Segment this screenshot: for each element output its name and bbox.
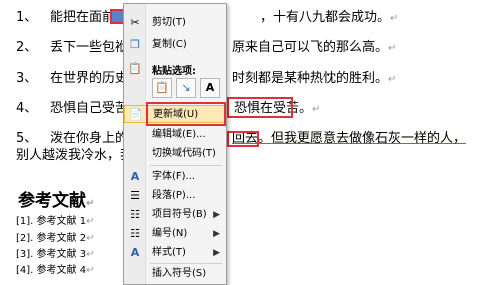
list-number: 4、 — [16, 101, 38, 116]
paragraph-mark: ↵ — [312, 104, 321, 115]
paragraph-3-tail[interactable]: 时刻都是某种热忱的胜利。↵ — [232, 71, 396, 88]
paragraph-2-tail[interactable]: 原来自己可以飞的那么高。↵ — [232, 40, 396, 57]
list-number: 2、 — [16, 40, 38, 55]
paste-keep-format-icon[interactable]: 📋 — [152, 78, 172, 98]
submenu-arrow-icon: ▶ — [213, 248, 220, 258]
menu-item-cut[interactable]: ✂ 剪切(T) — [124, 14, 226, 32]
paragraph-text: 原来自己可以飞的那么高。 — [232, 40, 389, 55]
paragraph-icon: ☰ — [130, 189, 140, 202]
list-number: 5、 — [16, 131, 38, 146]
menu-item-styles[interactable]: A 样式(T) ▶ — [124, 244, 226, 262]
menu-item-paragraph[interactable]: ☰ 段落(P)... — [124, 187, 226, 205]
reference-item[interactable]: [4]. 参考文献 4↵ — [16, 265, 94, 277]
menu-item-font[interactable]: A 字体(F)... — [124, 168, 226, 186]
menu-separator — [150, 165, 222, 166]
references-heading: 参考文献↵ — [18, 191, 95, 211]
paragraph-mark: ↵ — [86, 265, 95, 276]
menu-item-bullets[interactable]: ☷ 项目符号(B) ▶ — [124, 206, 226, 224]
submenu-arrow-icon: ▶ — [213, 229, 220, 239]
paragraph-mark: ↵ — [86, 233, 95, 244]
menu-item-label: 剪切(T) — [152, 17, 186, 28]
menu-item-label: 复制(C) — [152, 39, 187, 50]
menu-item-numbering[interactable]: ☷ 编号(N) ▶ — [124, 225, 226, 243]
clipboard-icon: 📋 — [128, 62, 142, 75]
update-field-highlight — [146, 102, 226, 126]
copy-icon: ❐ — [130, 38, 140, 51]
menu-item-label: 字体(F)... — [152, 171, 196, 182]
paste-options-label: 粘贴选项: — [152, 66, 196, 77]
menu-item-toggle-field-codes[interactable]: 切换域代码(T) — [124, 145, 226, 163]
menu-item-label: 段落(P)... — [152, 190, 196, 201]
list-number: 1、 — [16, 10, 38, 25]
menu-item-label: 插入符号(S) — [152, 268, 207, 279]
submenu-arrow-icon: ▶ — [213, 210, 220, 220]
document-page: 1、 能把在面前行 ，十有八九都会成功。↵ 2、 丢下一些包袱后 原来自己可以飞的那… — [0, 0, 500, 283]
paste-merge-format-icon[interactable]: ↘ — [176, 78, 196, 98]
paragraph-5-line-2[interactable]: 别人越泼我冷水，我 — [16, 148, 133, 164]
bullets-icon: ☷ — [130, 208, 140, 221]
paragraph-mark: ↵ — [86, 198, 95, 209]
paragraph-text: 别人越泼我冷水，我 — [16, 148, 134, 163]
font-icon: A — [130, 170, 140, 183]
reference-item[interactable]: [1]. 参考文献 1↵ — [16, 216, 94, 228]
paragraph-mark: ↵ — [388, 43, 397, 54]
paragraph-mark: ↵ — [390, 13, 399, 24]
reference-item[interactable]: [2]. 参考文献 2↵ — [16, 233, 94, 245]
numbering-icon: ☷ — [130, 227, 140, 240]
menu-separator — [150, 263, 222, 264]
menu-item-edit-field[interactable]: 编辑域(E)... — [124, 126, 226, 144]
menu-item-label: 编辑域(E)... — [152, 129, 206, 140]
context-menu: ✂ 剪切(T) ❐ 复制(C) 📋 粘贴选项: 📋 ↘ A 📄 更新域(U) 编… — [123, 3, 227, 285]
menu-item-label: 样式(T) — [152, 247, 186, 258]
menu-item-label: 编号(N) — [152, 228, 188, 239]
update-field-icon: 📄 — [129, 108, 143, 121]
field-result-highlight — [227, 97, 293, 118]
paragraph-1-tail[interactable]: ，十有八九都会成功。↵ — [260, 10, 398, 27]
list-number: 3、 — [16, 71, 38, 86]
paragraph-5-tail[interactable]: 回去。但我更愿意去做像石灰一样的人， — [232, 131, 466, 147]
paragraph-text: 时刻都是某种热忱的胜利。 — [232, 71, 389, 86]
menu-item-label: 项目符号(B) — [152, 209, 207, 220]
menu-item-insert-symbol[interactable]: 插入符号(S) — [124, 265, 226, 283]
menu-item-label: 切换域代码(T) — [152, 148, 216, 159]
reference-item[interactable]: [3]. 参考文献 3↵ — [16, 249, 94, 261]
paragraph-mark: ↵ — [86, 249, 95, 260]
paragraph-mark: ↵ — [388, 74, 397, 85]
paragraph-text: ，十有八九都会成功。 — [260, 10, 391, 25]
paragraph-mark: ↵ — [86, 216, 95, 227]
menu-item-copy[interactable]: ❐ 复制(C) — [124, 36, 226, 54]
field-result-highlight — [227, 131, 259, 147]
scissors-icon: ✂ — [130, 16, 140, 29]
styles-icon: A — [130, 246, 140, 259]
paste-text-only-icon[interactable]: A — [200, 78, 220, 98]
paragraph-text: 回去。但我更愿意去做像石灰一样的人， — [232, 131, 467, 146]
